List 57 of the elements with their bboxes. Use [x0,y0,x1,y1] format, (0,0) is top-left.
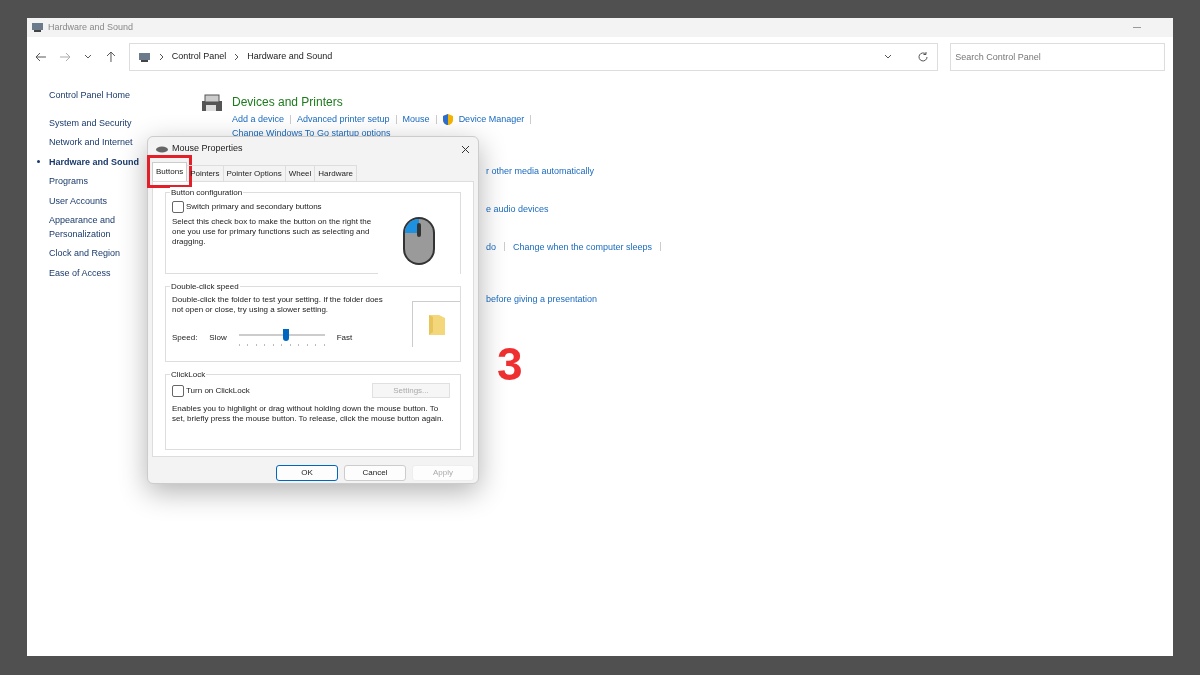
link[interactable]: Change Windows To Go startup options [232,127,391,138]
link[interactable]: before giving a presentation [486,293,598,304]
breadcrumb-item[interactable]: Control Panel [171,50,227,64]
checkbox-label[interactable]: Turn on ClickLock [186,384,250,397]
group-title: Button configuration [170,187,244,199]
chevron-right-icon [234,53,240,61]
speed-slider[interactable] [238,329,325,347]
mouse-icon [156,145,168,153]
chevron-down-icon[interactable] [883,53,894,61]
sidebar-item[interactable]: Appearance and Personalization [49,214,149,241]
step-number: 3 [497,341,523,387]
sidebar-item[interactable]: System and Security [49,116,149,130]
control-panel-icon [137,51,151,63]
sidebar-item[interactable]: Programs [49,175,149,189]
link[interactable]: e audio devices [486,203,549,214]
slider-label: Fast [336,332,353,344]
control-panel-icon [31,22,44,33]
up-arrow-icon[interactable] [104,51,117,63]
window-title: Hardware and Sound [48,20,134,34]
refresh-icon[interactable] [917,51,930,63]
description: Enables you to highlight or drag without holding down the mouse button. To set, briefly press the mouse button. To release, click the mouse button again. [172,404,445,424]
sidebar-item[interactable]: User Accounts [49,194,149,208]
checkbox[interactable] [172,384,184,397]
address-bar[interactable]: Control Panel Hardware and Sound [128,43,939,71]
shield-icon [442,114,453,126]
chevron-right-icon [158,53,164,61]
speed-label: Speed: [172,332,198,344]
description: Select this check box to make the button on the right the one you use for primary functions such as selecting and dragging. [172,217,372,247]
link[interactable]: r other media automatically [486,165,595,176]
dialog-button[interactable]: OK [276,465,338,481]
link[interactable]: Change when the computer sleeps [513,241,653,252]
bullet-icon [37,159,40,163]
dialog-button[interactable]: Cancel [344,465,406,481]
sidebar-link[interactable]: Control Panel Home [49,89,131,103]
link[interactable]: do [486,241,496,252]
breadcrumb-item[interactable]: Hardware and Sound [247,50,333,64]
section-heading[interactable]: Devices and Printers [232,93,343,111]
close-icon[interactable] [461,144,470,154]
checkbox[interactable] [172,201,184,213]
search-field[interactable]: Search Control Panel [950,43,1165,71]
sidebar-item[interactable]: Clock and Region [49,247,149,261]
checkbox-label[interactable]: Switch primary and secondary buttons [186,201,322,213]
link[interactable]: Mouse [402,113,430,127]
chevron-down-icon[interactable] [82,53,93,61]
group-title: Double-click speed [170,281,240,293]
sidebar-item[interactable]: Ease of Access [49,266,149,280]
back-arrow-icon[interactable] [35,51,47,63]
link[interactable]: Add a device [232,113,285,127]
dialog-title: Mouse Properties [172,142,243,156]
description: Double-click the folder to test your setting. If the folder does not open or close, try using a slower setting. [172,295,384,315]
link[interactable]: Device Manager [458,113,525,127]
slider-label: Slow [209,332,227,344]
slider-thumb[interactable] [283,329,289,341]
sidebar-item[interactable]: Network and Internet [49,136,149,150]
tab[interactable]: Buttons [152,162,188,181]
sidebar-item[interactable]: Hardware and Sound [49,155,149,169]
link[interactable]: Advanced printer setup [297,113,390,127]
